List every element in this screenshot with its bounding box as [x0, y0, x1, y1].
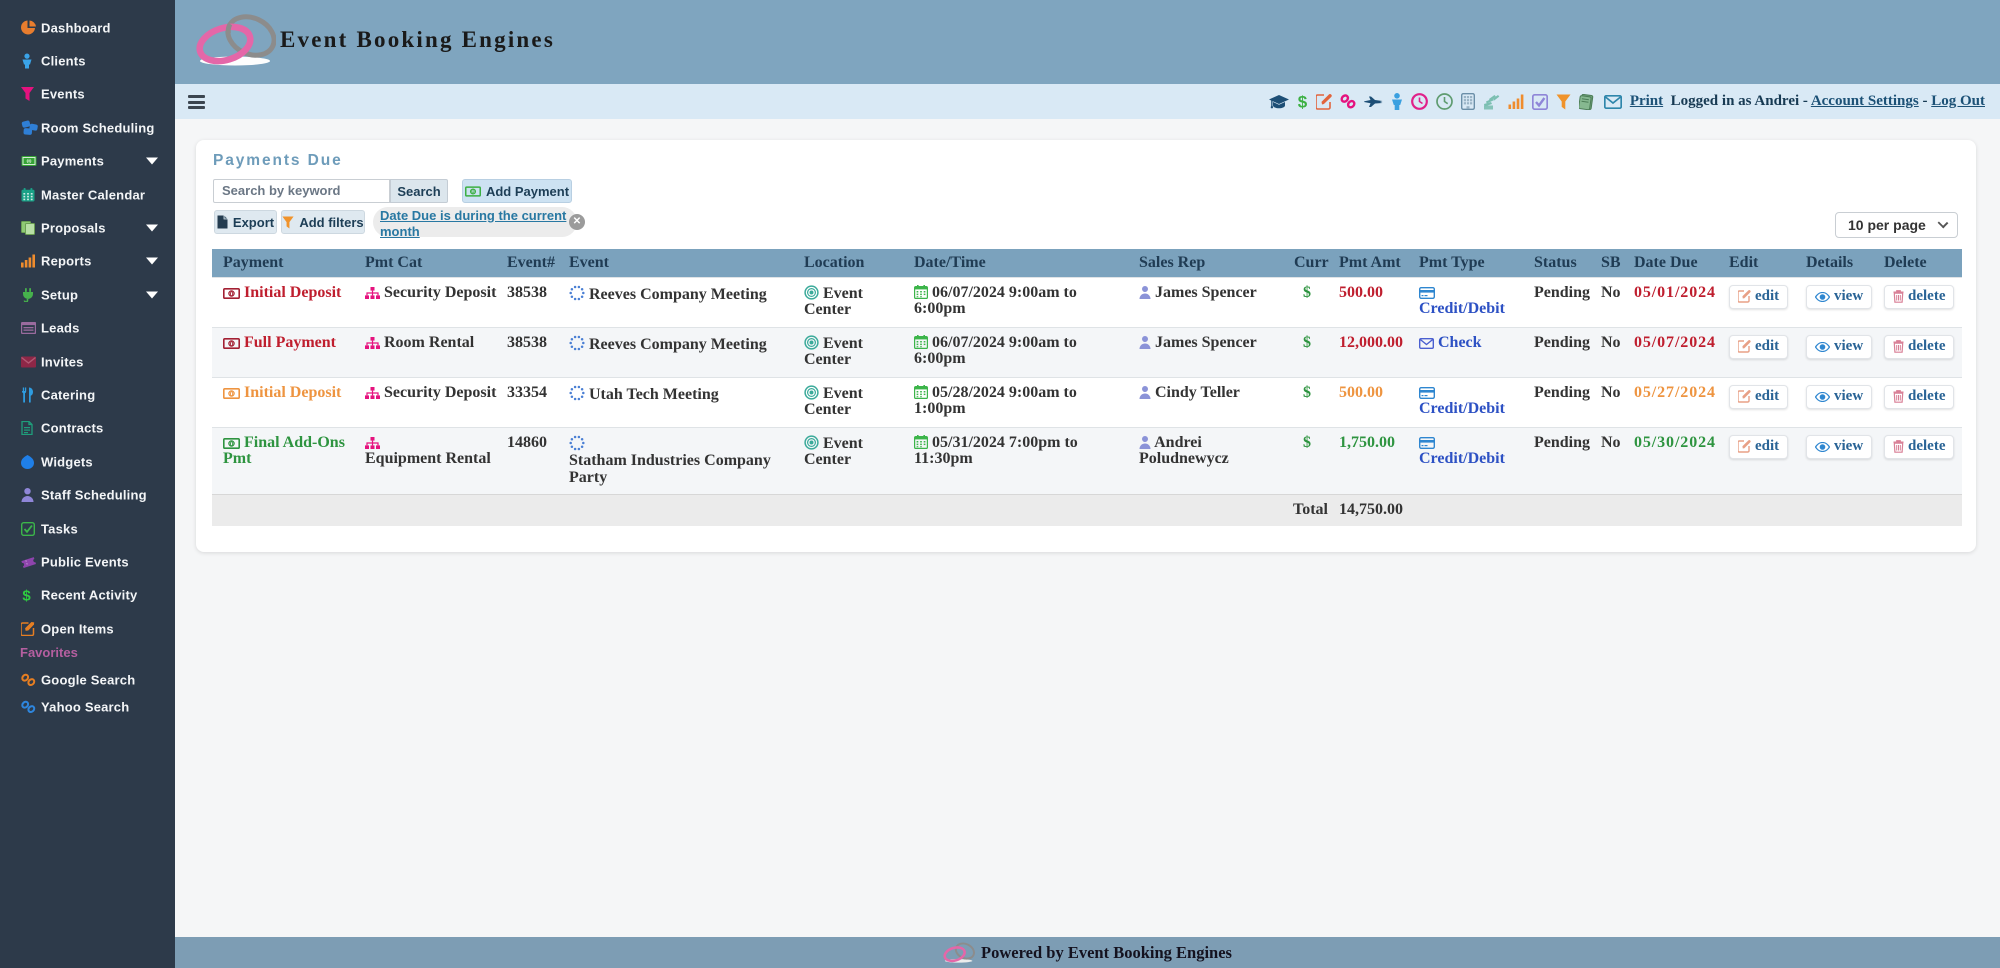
svg-text:$: $ [22, 588, 31, 603]
svg-text:0: 0 [230, 340, 234, 347]
svg-text:0: 0 [230, 390, 234, 397]
svg-text:$: $ [1298, 93, 1308, 110]
svg-text:0: 0 [230, 440, 234, 447]
svg-text:0: 0 [471, 188, 475, 195]
svg-text:0: 0 [230, 290, 234, 297]
